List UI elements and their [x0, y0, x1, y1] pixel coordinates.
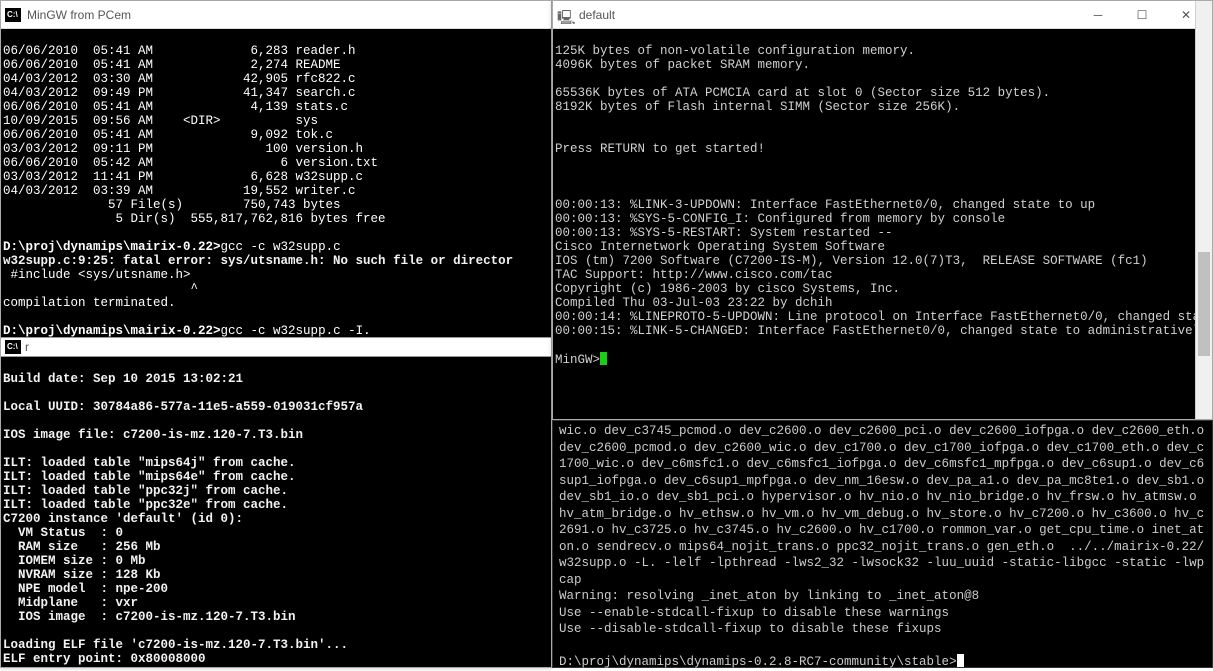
- warn-line: Use --disable-stdcall-fixup to disable t…: [559, 622, 942, 636]
- putty-terminal[interactable]: 125K bytes of non-volatile configuration…: [553, 29, 1195, 419]
- build-line: IOMEM size : 0 Mb: [3, 554, 146, 568]
- dir-line: 04/03/2012 09:49 PM 41,347 search.c: [3, 86, 356, 100]
- build-line: ILT: loaded table "ppc32j" from cache.: [3, 484, 288, 498]
- putty-line: 65536K bytes of ATA PCMCIA card at slot …: [555, 86, 1050, 100]
- warn-line: Use --enable-stdcall-fixup to disable th…: [559, 606, 949, 620]
- mingw-cmd-window: C:\ MinGW from PCem 06/06/2010 05:41 AM …: [0, 0, 552, 668]
- mingw-terminal-upper[interactable]: 06/06/2010 05:41 AM 6,283 reader.h 06/06…: [1, 29, 551, 337]
- build-output-terminal[interactable]: wic.o dev_c3745_pcmod.o dev_c2600.o dev_…: [552, 420, 1213, 668]
- putty-line: 8192K bytes of Flash internal SIMM (Sect…: [555, 100, 960, 114]
- maximize-button[interactable]: ☐: [1120, 2, 1164, 28]
- build-line: C7200 instance 'default' (id 0):: [3, 512, 243, 526]
- putty-title-text: default: [579, 8, 1070, 22]
- build-line: ILT: loaded table "ppc32e" from cache.: [3, 498, 288, 512]
- cmd: gcc -c w32supp.c: [221, 240, 341, 254]
- err-line: compilation terminated.: [3, 296, 176, 310]
- build-line: Loading ELF file 'c7200-is-mz.120-7.T3.b…: [3, 638, 348, 652]
- build-line: RAM size : 256 Mb: [3, 540, 161, 554]
- putty-line: TAC Support: http://www.cisco.com/tac: [555, 268, 833, 282]
- err-line: #include <sys/utsname.h>: [3, 268, 191, 282]
- build-line: IOS image file: c7200-is-mz.120-7.T3.bin: [3, 428, 303, 442]
- putty-line: 4096K bytes of packet SRAM memory.: [555, 58, 810, 72]
- dir-line: 06/06/2010 05:41 AM 6,283 reader.h: [3, 44, 356, 58]
- build-line: Midplane : vxr: [3, 596, 138, 610]
- putty-titlebar[interactable]: 🖳 default ─ ☐ ✕: [553, 1, 1212, 29]
- compile-line: wic.o dev_c3745_pcmod.o dev_c2600.o dev_…: [559, 424, 1212, 587]
- prompt: D:\proj\dynamips\mairix-0.22>: [3, 324, 221, 337]
- dir-line: 57 File(s) 750,743 bytes: [3, 198, 341, 212]
- mingw-titlebar[interactable]: C:\ MinGW from PCem: [1, 1, 551, 29]
- warn-line: Warning: resolving _inet_aton by linking…: [559, 589, 979, 603]
- cursor: [600, 352, 607, 365]
- dir-line: 04/03/2012 03:39 AM 19,552 writer.c: [3, 184, 356, 198]
- putty-line: Copyright (c) 1986-2003 by cisco Systems…: [555, 282, 900, 296]
- putty-icon: 🖳: [557, 7, 573, 23]
- build-line: IOS image : c7200-is-mz.120-7.T3.bin: [3, 610, 296, 624]
- putty-line: Cisco Internetwork Operating System Soft…: [555, 240, 885, 254]
- putty-line: 00:00:13: %LINK-3-UPDOWN: Interface Fast…: [555, 198, 1095, 212]
- build-line: NVRAM size : 128 Kb: [3, 568, 161, 582]
- putty-line: IOS (tm) 7200 Software (C7200-IS-M), Ver…: [555, 254, 1148, 268]
- build-line: NPE model : npe-200: [3, 582, 168, 596]
- err-caret: ^: [3, 282, 198, 296]
- err-line: w32supp.c:9:25: fatal error: sys/utsname…: [3, 254, 513, 268]
- putty-line: 00:00:14: %LINEPROTO-5-UPDOWN: Line prot…: [555, 310, 1195, 324]
- dir-line: 03/03/2012 11:41 PM 6,628 w32supp.c: [3, 170, 363, 184]
- putty-line: Press RETURN to get started!: [555, 142, 765, 156]
- sub-title-text: r: [25, 340, 29, 354]
- prompt: D:\proj\dynamips\mairix-0.22>: [3, 240, 221, 254]
- putty-line: 125K bytes of non-volatile configuration…: [555, 44, 915, 58]
- putty-line: 00:00:13: %SYS-5-CONFIG_I: Configured fr…: [555, 212, 1005, 226]
- mingw-title-text: MinGW from PCem: [27, 8, 547, 22]
- dir-line: 5 Dir(s) 555,817,762,816 bytes free: [3, 212, 386, 226]
- dir-line: 04/03/2012 03:30 AM 42,905 rfc822.c: [3, 72, 356, 86]
- build-line: Build date: Sep 10 2015 13:02:21: [3, 372, 243, 386]
- putty-line: Compiled Thu 03-Jul-03 23:22 by dchih: [555, 296, 833, 310]
- cmd: gcc -c w32supp.c -I.: [221, 324, 371, 337]
- minimize-button[interactable]: ─: [1076, 2, 1120, 28]
- dir-line: 06/06/2010 05:41 AM 9,092 tok.c: [3, 128, 333, 142]
- putty-line: 00:00:13: %SYS-5-RESTART: System restart…: [555, 226, 893, 240]
- build-line: ELF entry point: 0x80008000: [3, 652, 206, 666]
- dir-line: 06/06/2010 05:41 AM 4,139 stats.c: [3, 100, 348, 114]
- build-prompt[interactable]: D:\proj\dynamips\dynamips-0.2.8-RC7-comm…: [559, 655, 957, 669]
- build-line: ILT: loaded table "mips64j" from cache.: [3, 456, 296, 470]
- putty-line: 00:00:15: %LINK-5-CHANGED: Interface Fas…: [555, 324, 1195, 338]
- mingw-terminal-lower[interactable]: Build date: Sep 10 2015 13:02:21 Local U…: [1, 357, 551, 667]
- cmd-icon: C:\: [5, 8, 21, 22]
- dir-line: 03/03/2012 09:11 PM 100 version.h: [3, 142, 363, 156]
- dir-line: 06/06/2010 05:42 AM 6 version.txt: [3, 156, 378, 170]
- window-controls: ─ ☐ ✕: [1076, 2, 1208, 28]
- dir-line: 10/09/2015 09:56 AM <DIR> sys: [3, 114, 318, 128]
- putty-window: 🖳 default ─ ☐ ✕ 125K bytes of non-volati…: [552, 0, 1213, 420]
- scrollbar-thumb[interactable]: [1198, 252, 1210, 357]
- dir-line: 06/06/2010 05:41 AM 2,274 README: [3, 58, 341, 72]
- build-line: VM Status : 0: [3, 526, 123, 540]
- putty-prompt[interactable]: MinGW>: [555, 353, 600, 367]
- build-line: Local UUID: 30784a86-577a-11e5-a559-0190…: [3, 400, 363, 414]
- cursor: [957, 654, 964, 667]
- putty-scrollbar[interactable]: [1195, 1, 1212, 419]
- cmd-icon: C:\: [5, 340, 21, 354]
- sub-titlebar[interactable]: C:\ r: [1, 337, 551, 357]
- build-line: ILT: loaded table "mips64e" from cache.: [3, 470, 296, 484]
